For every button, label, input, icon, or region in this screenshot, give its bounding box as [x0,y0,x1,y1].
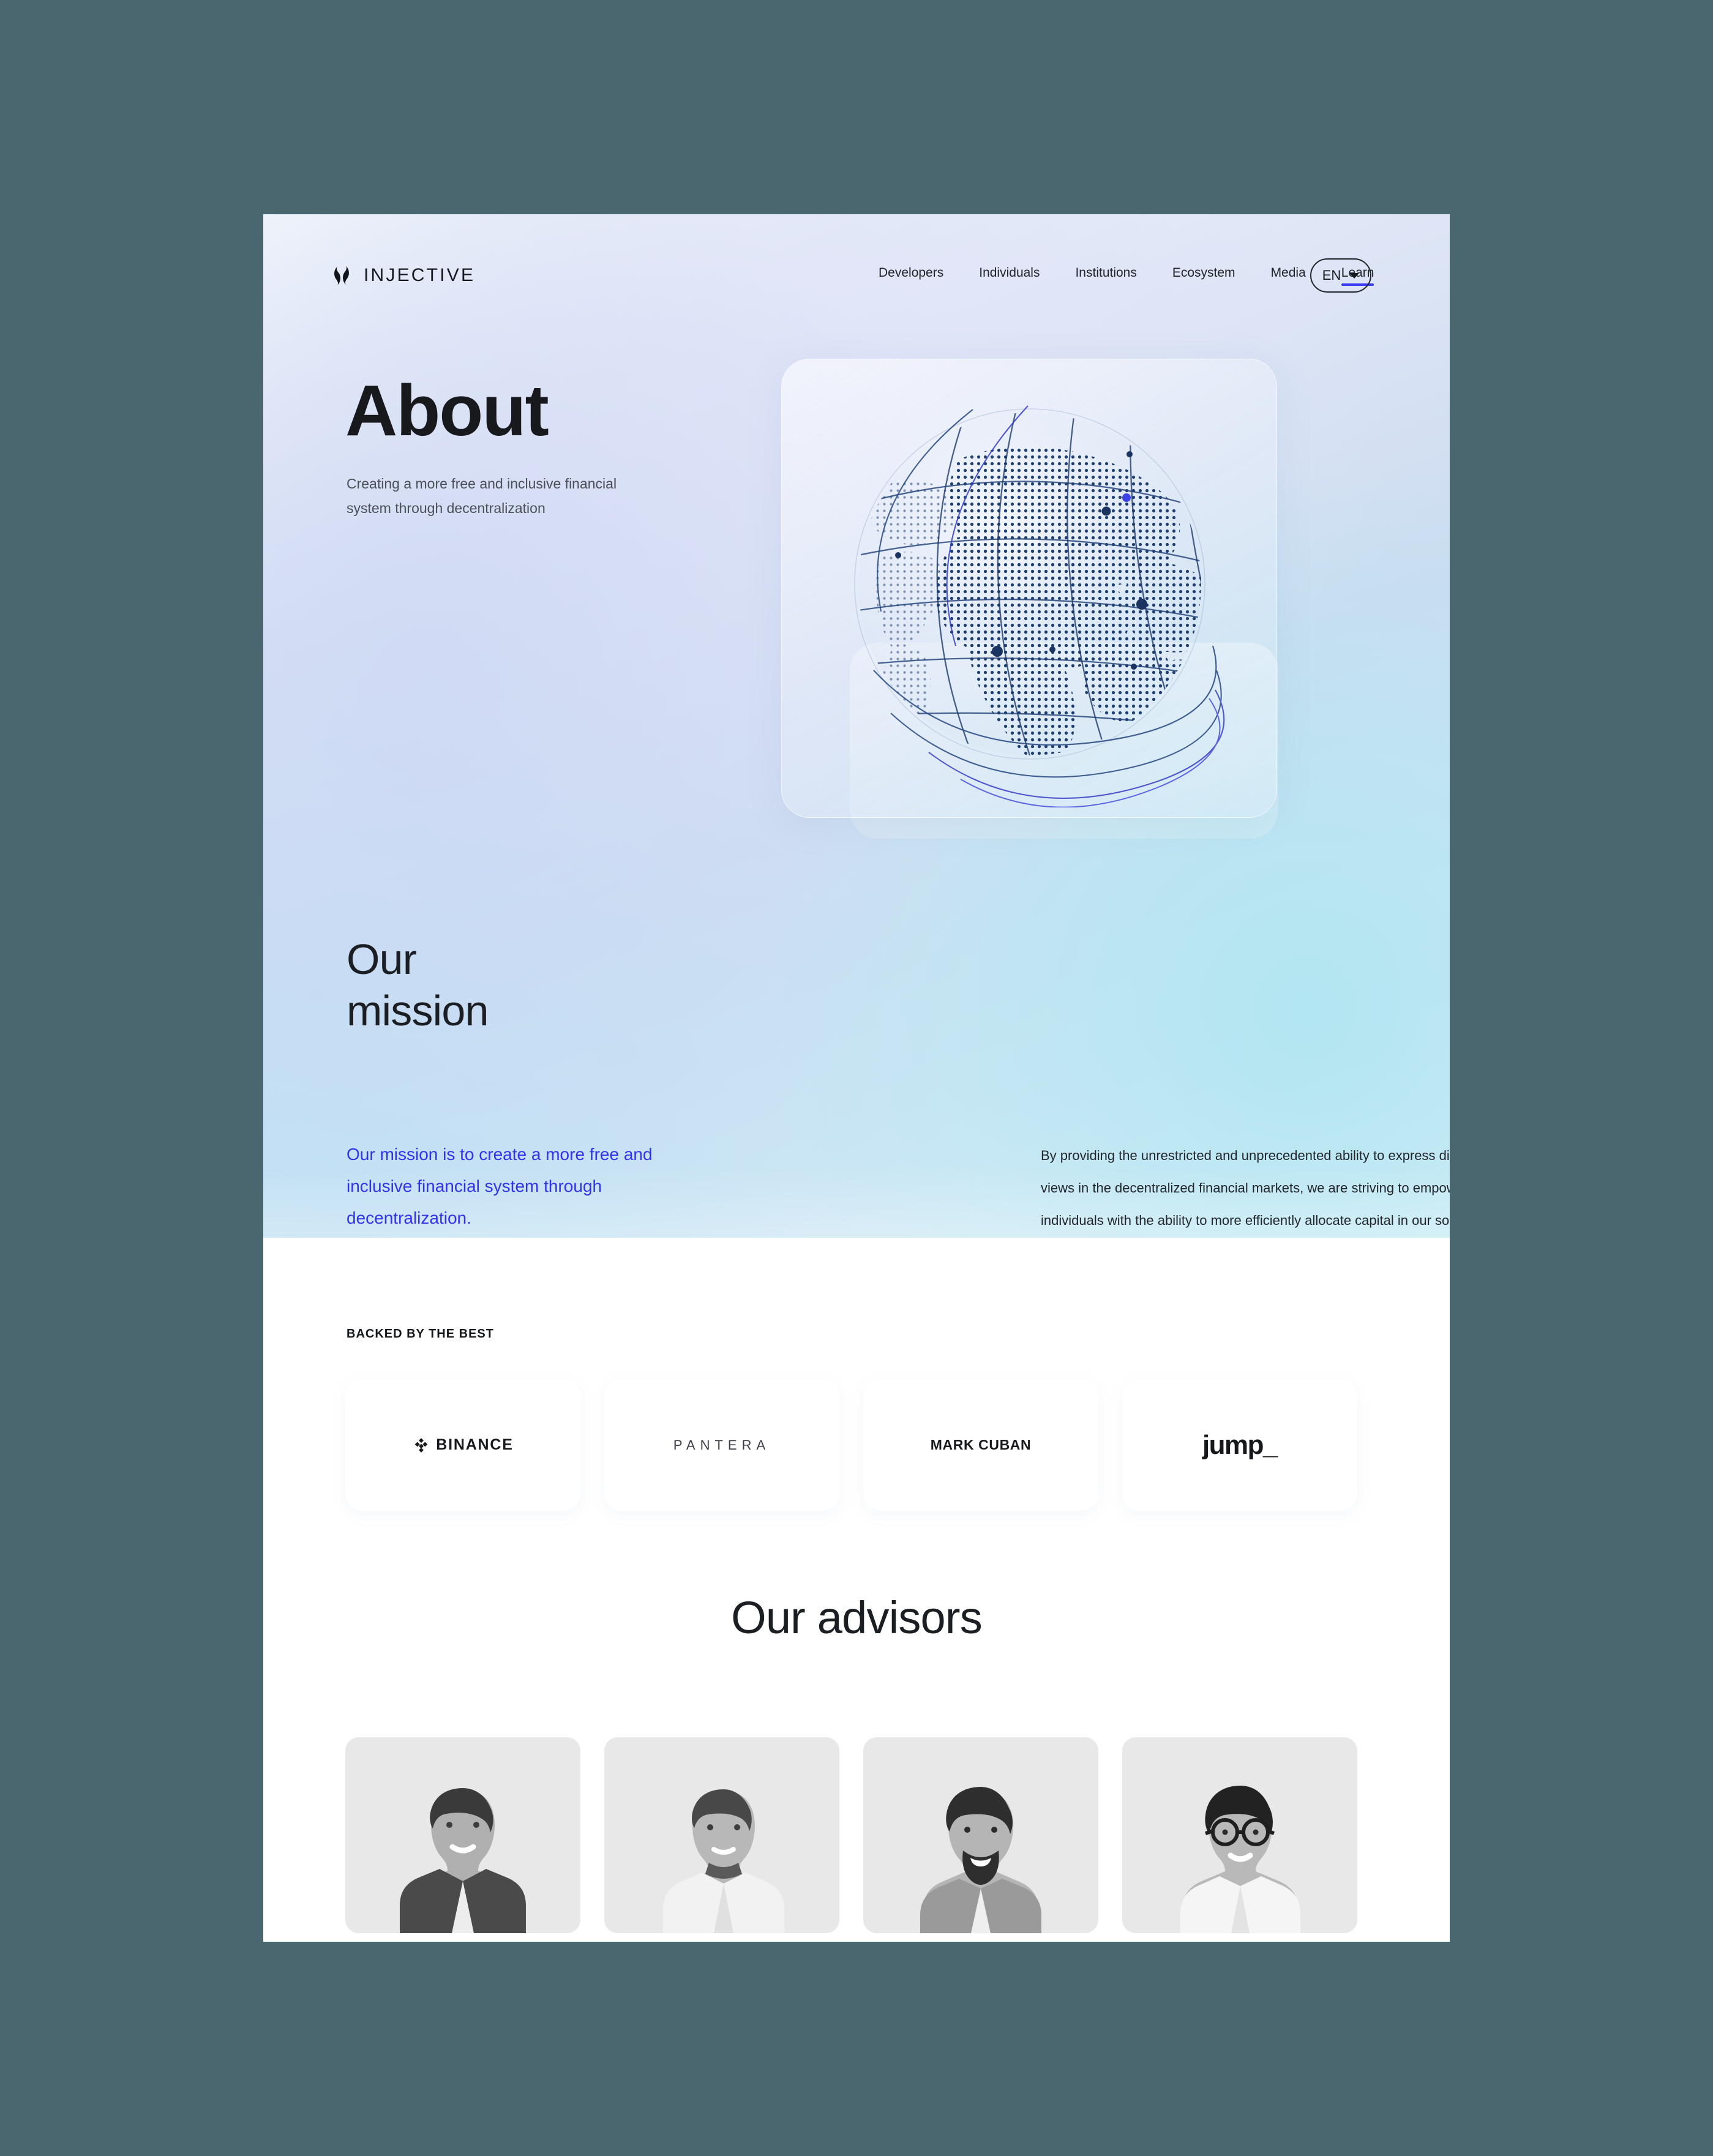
brand-name: INJECTIVE [364,265,476,285]
injective-logo-icon [334,266,349,286]
backers-row: BINANCE PANTERA MARK CUBAN jump_ [345,1379,1369,1511]
portrait-mark-cuban [400,1788,526,1933]
binance-diamond-icon [415,1437,428,1453]
binance-logo: BINANCE [412,1436,514,1454]
dotted-globe-illustration [854,405,1225,807]
nav-item-individuals[interactable]: Individuals [979,266,1040,286]
pantera-logo-text: PANTERA [673,1437,771,1453]
advisors-title: Our advisors [731,1592,983,1643]
page-title: About [345,370,549,451]
portrait-david-schwartz [920,1787,1041,1933]
mission-heading-line-2: mission [347,987,489,1035]
binance-logo-text: BINANCE [436,1436,514,1453]
chevron-down-icon [1349,272,1360,279]
backer-card-pantera[interactable]: PANTERA [604,1379,839,1511]
advisor-card-david-schwartz[interactable]: David Schwartz Co-founder, Polygon ID & … [863,1737,1098,1942]
advisors-row: Mark Cuban Mark Cuban Companies Antoni M… [345,1737,1369,1942]
advisor-photo [1122,1737,1357,1933]
mission-body-text: By providing the unrestricted and unprec… [1041,1148,1450,1228]
advisor-card-jordi-baylina[interactable]: Jordi Baylina Co-founder, Polygon ID & P… [1122,1737,1357,1942]
backer-card-binance[interactable]: BINANCE [345,1379,580,1511]
language-selector[interactable]: EN [1310,258,1371,293]
advisor-photo [863,1737,1098,1933]
page-subtitle: Creating a more free and inclusive finan… [347,476,617,517]
mission-heading: Our mission [347,934,489,1036]
mark-cuban-logo-text: MARK CUBAN [930,1437,1032,1453]
backer-card-mark-cuban[interactable]: MARK CUBAN [863,1379,1098,1511]
advisor-photo [345,1737,580,1933]
nav-item-institutions[interactable]: Institutions [1075,266,1136,286]
language-code: EN [1322,268,1341,283]
site-header: INJECTIVE Developers Individuals Institu… [263,252,1450,299]
advisor-photo [604,1737,839,1933]
page-shell: INJECTIVE Developers Individuals Institu… [263,214,1450,1942]
backer-card-jump[interactable]: jump_ [1122,1379,1357,1511]
nav-item-ecosystem[interactable]: Ecosystem [1172,266,1235,286]
brand-logo[interactable]: INJECTIVE [329,263,475,288]
jump-logo-text: jump_ [1202,1429,1278,1460]
portrait-jordi-baylina [1180,1786,1300,1933]
advisor-card-antoni-martin[interactable]: Antoni Martin Co-founder, Polygon ID & P… [604,1737,839,1942]
main-nav: Developers Individuals Institutions Ecos… [879,266,1374,286]
globe-card [781,359,1277,818]
backers-label: BACKED BY THE BEST [347,1327,494,1341]
mission-lead-text: Our mission is to create a more free and… [347,1145,653,1228]
nav-item-developers[interactable]: Developers [879,266,943,286]
portrait-antoni-martin [663,1789,784,1933]
nav-item-media[interactable]: Media [1271,266,1306,286]
advisor-card-mark-cuban[interactable]: Mark Cuban Mark Cuban Companies [345,1737,580,1942]
mission-heading-line-1: Our [347,935,417,983]
